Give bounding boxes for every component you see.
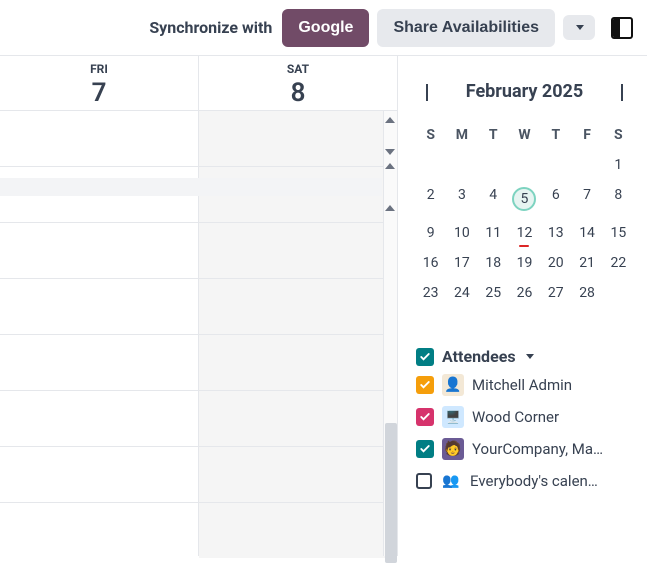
mini-cal-day[interactable]: 20 bbox=[541, 251, 570, 275]
mini-cal-day[interactable]: 9 bbox=[416, 221, 445, 245]
calendar-title: February 2025 bbox=[466, 81, 583, 102]
attendees-checkbox[interactable] bbox=[416, 348, 434, 366]
mini-cal-day bbox=[541, 153, 570, 177]
mini-cal-day[interactable]: 2 bbox=[416, 183, 445, 215]
day-name: FRI bbox=[0, 62, 198, 76]
attendee-checkbox[interactable] bbox=[416, 473, 432, 489]
day-header: FRI 7 bbox=[0, 56, 198, 110]
selection-band bbox=[0, 178, 382, 196]
attendee-label: Mitchell Admin bbox=[472, 376, 572, 394]
attendee-item[interactable]: 👥 Everybody's calen… bbox=[416, 470, 633, 492]
mini-cal-day[interactable]: 1 bbox=[604, 153, 633, 177]
mini-cal-day[interactable]: 16 bbox=[416, 251, 445, 275]
mini-cal-dow: F bbox=[572, 123, 601, 147]
mini-cal-dow: S bbox=[604, 123, 633, 147]
mini-cal-day[interactable]: 24 bbox=[447, 281, 476, 305]
attendee-checkbox[interactable] bbox=[416, 408, 434, 426]
collapse-icon[interactable] bbox=[385, 149, 395, 155]
mini-cal-day[interactable]: 28 bbox=[572, 281, 601, 305]
mini-cal-day[interactable]: 12 bbox=[510, 221, 539, 245]
day-number: 7 bbox=[0, 78, 198, 108]
day-name: SAT bbox=[199, 62, 397, 76]
mini-calendar: SMTWTFS123456789101112131415161718192021… bbox=[416, 123, 633, 305]
mini-cal-day[interactable]: 18 bbox=[479, 251, 508, 275]
mini-cal-day[interactable]: 15 bbox=[604, 221, 633, 245]
calendar-grid: FRI 7 SAT 8 bbox=[0, 56, 398, 556]
chevron-right-icon bbox=[621, 84, 623, 101]
mini-cal-day[interactable]: 27 bbox=[541, 281, 570, 305]
avatar: 🖥️ bbox=[442, 406, 464, 428]
attendees-label: Attendees bbox=[442, 347, 516, 366]
share-dropdown-button[interactable] bbox=[563, 15, 595, 40]
day-column-fri: FRI 7 bbox=[0, 56, 198, 556]
avatar: 🧑 bbox=[442, 438, 464, 460]
mini-cal-day[interactable]: 8 bbox=[604, 183, 633, 215]
toggle-panel-icon[interactable] bbox=[611, 17, 633, 39]
next-month-button[interactable] bbox=[615, 78, 629, 105]
mini-cal-day[interactable]: 5 bbox=[510, 183, 539, 215]
attendee-item[interactable]: 🖥️ Wood Corner bbox=[416, 406, 633, 428]
attendee-item[interactable]: 👤 Mitchell Admin bbox=[416, 374, 633, 396]
mini-cal-day[interactable]: 13 bbox=[541, 221, 570, 245]
mini-cal-day[interactable]: 25 bbox=[479, 281, 508, 305]
mini-cal-day bbox=[510, 153, 539, 177]
mini-cal-dow: M bbox=[447, 123, 476, 147]
day-header: SAT 8 bbox=[199, 56, 397, 110]
avatar: 👤 bbox=[442, 374, 464, 396]
day-column-sat: SAT 8 bbox=[198, 56, 397, 556]
mini-cal-day[interactable]: 10 bbox=[447, 221, 476, 245]
mini-cal-day bbox=[604, 281, 633, 305]
mini-cal-day bbox=[479, 153, 508, 177]
attendees-header[interactable]: Attendees bbox=[416, 347, 633, 366]
mini-cal-day[interactable]: 17 bbox=[447, 251, 476, 275]
mini-cal-day[interactable]: 11 bbox=[479, 221, 508, 245]
day-number: 8 bbox=[199, 78, 397, 108]
chevron-left-icon bbox=[426, 84, 428, 101]
mini-cal-day[interactable]: 4 bbox=[479, 183, 508, 215]
mini-cal-day[interactable]: 23 bbox=[416, 281, 445, 305]
expand-icon[interactable] bbox=[385, 163, 395, 169]
mini-cal-day[interactable]: 21 bbox=[572, 251, 601, 275]
chevron-down-icon bbox=[576, 25, 584, 30]
attendee-checkbox[interactable] bbox=[416, 376, 434, 394]
sidebar: February 2025 SMTWTFS1234567891011121314… bbox=[398, 56, 647, 556]
attendee-label: Everybody's calen… bbox=[470, 472, 598, 490]
share-availabilities-button[interactable]: Share Availabilities bbox=[377, 9, 555, 47]
mini-cal-dow: T bbox=[541, 123, 570, 147]
mini-cal-dow: T bbox=[479, 123, 508, 147]
topbar: Synchronize with Google Share Availabili… bbox=[0, 0, 647, 56]
attendee-item[interactable]: 🧑 YourCompany, Ma… bbox=[416, 438, 633, 460]
google-sync-button[interactable]: Google bbox=[282, 9, 369, 47]
mini-cal-day bbox=[447, 153, 476, 177]
synchronize-label: Synchronize with bbox=[149, 18, 272, 37]
mini-cal-day[interactable]: 3 bbox=[447, 183, 476, 215]
mini-cal-day[interactable]: 22 bbox=[604, 251, 633, 275]
attendee-label: Wood Corner bbox=[472, 408, 559, 426]
avatar: 👥 bbox=[440, 470, 462, 492]
chevron-down-icon bbox=[526, 354, 534, 359]
mini-cal-day[interactable]: 6 bbox=[541, 183, 570, 215]
mini-cal-day[interactable]: 7 bbox=[572, 183, 601, 215]
check-icon bbox=[419, 351, 431, 363]
mini-cal-day bbox=[572, 153, 601, 177]
mini-cal-day[interactable]: 14 bbox=[572, 221, 601, 245]
mini-cal-day[interactable]: 26 bbox=[510, 281, 539, 305]
mini-cal-day bbox=[416, 153, 445, 177]
attendee-checkbox[interactable] bbox=[416, 440, 434, 458]
scroll-to-top-icon[interactable] bbox=[385, 205, 395, 211]
mini-cal-day[interactable]: 19 bbox=[510, 251, 539, 275]
mini-calendar-nav: February 2025 bbox=[416, 78, 633, 105]
mini-cal-dow: S bbox=[416, 123, 445, 147]
main: FRI 7 SAT 8 bbox=[0, 56, 647, 556]
prev-month-button[interactable] bbox=[420, 78, 434, 105]
scrollbar-thumb[interactable] bbox=[385, 423, 397, 563]
attendees-list: 👤 Mitchell Admin 🖥️ Wood Corner 🧑 YourCompany… bbox=[416, 374, 633, 492]
attendee-label: YourCompany, Ma… bbox=[472, 440, 603, 458]
scroll-up-icon[interactable] bbox=[385, 117, 395, 123]
mini-cal-dow: W bbox=[510, 123, 539, 147]
scroll-controls bbox=[383, 111, 397, 217]
